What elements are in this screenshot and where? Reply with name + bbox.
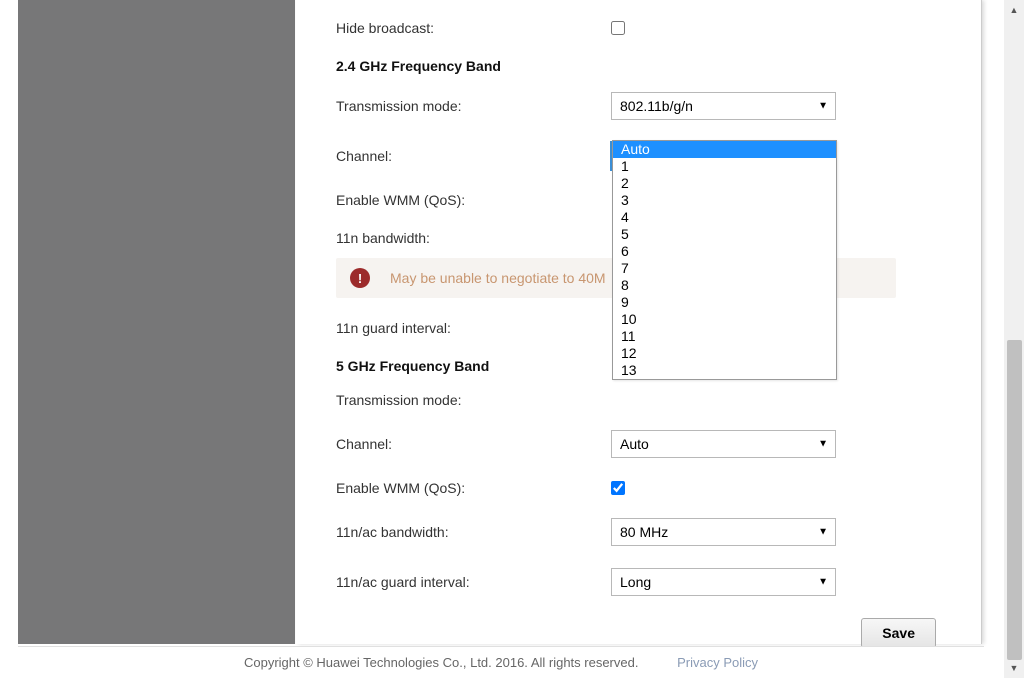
privacy-policy-link[interactable]: Privacy Policy — [677, 655, 758, 670]
transmission-mode-24-select[interactable]: 802.11b/g/n — [611, 92, 836, 120]
transmission-mode-5-label: Transmission mode: — [336, 392, 611, 408]
alert-text: May be unable to negotiate to 40M — [390, 270, 606, 286]
footer: Copyright © Huawei Technologies Co., Ltd… — [18, 646, 984, 678]
scroll-thumb[interactable] — [1007, 340, 1022, 660]
bandwidth-11n-label: 11n bandwidth: — [336, 230, 611, 246]
dropdown-option[interactable]: 2 — [613, 175, 836, 192]
dropdown-option[interactable]: Auto — [613, 141, 836, 158]
transmission-mode-24-label: Transmission mode: — [336, 98, 611, 114]
dropdown-option[interactable]: 3 — [613, 192, 836, 209]
sidebar — [18, 0, 295, 644]
channel-5-select[interactable]: Auto — [611, 430, 836, 458]
transmission-mode-24-row: Transmission mode: 802.11b/g/n — [336, 92, 941, 120]
enable-wmm-5-label: Enable WMM (QoS): — [336, 480, 611, 496]
dropdown-option[interactable]: 4 — [613, 209, 836, 226]
hide-broadcast-label: Hide broadcast: — [336, 20, 611, 36]
transmission-mode-5-row: Transmission mode: — [336, 392, 941, 408]
bandwidth-11nac-select[interactable]: 80 MHz — [611, 518, 836, 546]
guard-interval-11n-label: 11n guard interval: — [336, 320, 611, 336]
scrollbar[interactable]: ▲ ▼ — [1004, 0, 1024, 678]
warning-icon: ! — [350, 268, 370, 288]
dropdown-option[interactable]: 7 — [613, 260, 836, 277]
enable-wmm-5-checkbox[interactable] — [611, 481, 625, 495]
hide-broadcast-row: Hide broadcast: — [336, 20, 941, 36]
dropdown-option[interactable]: 8 — [613, 277, 836, 294]
dropdown-option[interactable]: 9 — [613, 294, 836, 311]
dropdown-option[interactable]: 1 — [613, 158, 836, 175]
channel-24-label: Channel: — [336, 148, 611, 164]
dropdown-option[interactable]: 5 — [613, 226, 836, 243]
bandwidth-11nac-row: 11n/ac bandwidth: 80 MHz — [336, 518, 941, 546]
guard-interval-11nac-label: 11n/ac guard interval: — [336, 574, 611, 590]
save-button[interactable]: Save — [861, 618, 936, 648]
hide-broadcast-checkbox[interactable] — [611, 21, 625, 35]
app-frame: Hide broadcast: 2.4 GHz Frequency Band T… — [0, 0, 1004, 678]
channel-5-label: Channel: — [336, 436, 611, 452]
scroll-up-icon[interactable]: ▲ — [1004, 0, 1024, 20]
guard-interval-11nac-select[interactable]: Long — [611, 568, 836, 596]
dropdown-option[interactable]: 12 — [613, 345, 836, 362]
dropdown-option[interactable]: 6 — [613, 243, 836, 260]
channel-dropdown-list[interactable]: Auto12345678910111213 — [612, 140, 837, 380]
enable-wmm-24-label: Enable WMM (QoS): — [336, 192, 611, 208]
guard-interval-11nac-row: 11n/ac guard interval: Long — [336, 568, 941, 596]
dropdown-option[interactable]: 10 — [613, 311, 836, 328]
dropdown-option[interactable]: 13 — [613, 362, 836, 379]
bandwidth-11nac-label: 11n/ac bandwidth: — [336, 524, 611, 540]
channel-5-row: Channel: Auto — [336, 430, 941, 458]
dropdown-option[interactable]: 11 — [613, 328, 836, 345]
copyright-text: Copyright © Huawei Technologies Co., Ltd… — [244, 655, 639, 670]
enable-wmm-5-row: Enable WMM (QoS): — [336, 480, 941, 496]
band-24-header: 2.4 GHz Frequency Band — [336, 58, 941, 74]
scroll-down-icon[interactable]: ▼ — [1004, 658, 1024, 678]
